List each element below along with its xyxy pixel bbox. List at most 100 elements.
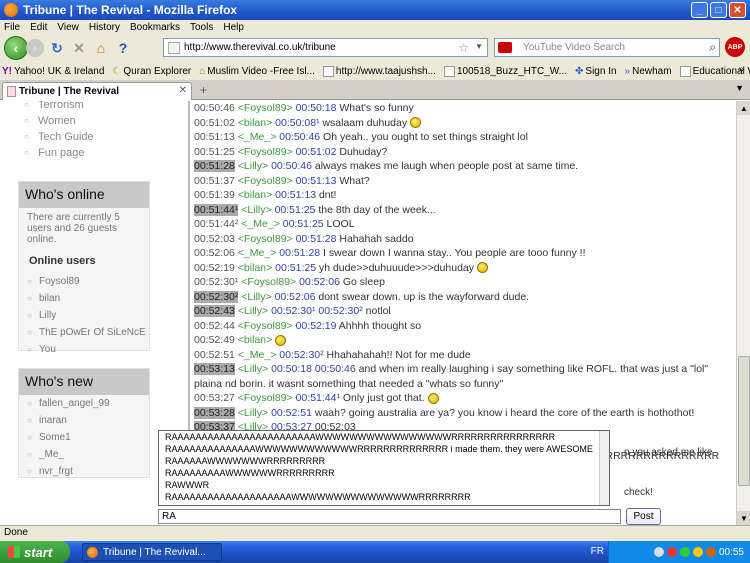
message-author[interactable]: <bilan> [238, 189, 272, 201]
reply-reference[interactable]: 00:51:28 [279, 247, 320, 259]
tray-icon[interactable] [679, 547, 690, 557]
message-timestamp[interactable]: 00:50:46 [194, 102, 235, 114]
bookmark-item[interactable]: http://www.taajushsh... [322, 65, 436, 77]
reply-reference[interactable]: 00:51:28 [296, 233, 337, 245]
message-author[interactable]: <bilan> [238, 334, 272, 346]
online-user[interactable]: bilan [19, 290, 149, 307]
message-author[interactable]: <Lilly> [241, 204, 271, 216]
message-author[interactable]: <Lilly> [238, 160, 268, 172]
message-author[interactable]: <Lilly> [238, 305, 268, 317]
bookmark-item[interactable]: ✤ Sign In [575, 66, 617, 77]
message-author[interactable]: <_Me_> [238, 349, 277, 361]
message-timestamp[interactable]: 00:52:43 [194, 305, 235, 317]
reply-reference[interactable]: 00:50:18 [296, 102, 337, 114]
menu-help[interactable]: Help [223, 22, 244, 33]
search-bar[interactable]: YouTube Video Search ⌕ [494, 38, 720, 57]
message-timestamp[interactable]: 00:51:44¹ [194, 203, 239, 216]
reload-icon[interactable]: ↻ [48, 39, 66, 57]
url-bar[interactable]: http://www.therevival.co.uk/tribune ☆ ▼ [163, 38, 488, 57]
reply-reference[interactable]: 00:51:02 [296, 146, 337, 158]
message-author[interactable]: <Lilly> [238, 363, 268, 375]
online-user[interactable]: Foysol89 [19, 273, 149, 290]
menu-edit[interactable]: Edit [30, 22, 47, 33]
stop-icon[interactable]: ✕ [70, 39, 88, 57]
message-timestamp[interactable]: 00:51:13 [194, 131, 235, 143]
reply-reference[interactable]: 00:51:13 [296, 175, 337, 187]
menu-bookmarks[interactable]: Bookmarks [130, 22, 180, 33]
autocomplete-item[interactable]: RAWWWR [159, 479, 609, 491]
reply-reference[interactable]: 00:50:08¹ [275, 117, 319, 129]
reply-reference[interactable]: 00:51:13 [275, 189, 316, 201]
reply-reference[interactable]: 00:51:25 [275, 262, 316, 274]
message-author[interactable]: <Foysol89> [241, 276, 296, 288]
message-author[interactable]: <bilan> [238, 262, 272, 274]
chat-input[interactable]: RA [158, 509, 621, 524]
tray-icon[interactable] [692, 547, 703, 557]
maximize-button[interactable]: □ [710, 2, 727, 18]
search-icon[interactable]: ⌕ [709, 40, 716, 55]
scroll-down-icon[interactable]: ▼ [737, 511, 750, 525]
message-author[interactable]: <Foysol89> [238, 320, 293, 332]
youtube-icon[interactable] [498, 42, 512, 53]
message-timestamp[interactable]: 00:52:19 [194, 262, 235, 274]
new-user[interactable]: inaran [19, 412, 149, 429]
online-user[interactable]: Lilly [19, 307, 149, 324]
online-user[interactable]: You [19, 341, 149, 358]
bookmark-item[interactable]: ☾ Quran Explorer [112, 66, 191, 77]
message-author[interactable]: <Foysol89> [238, 392, 293, 404]
autocomplete-item[interactable]: RAAAAAAAAAWWWWWWRRRRRRRRR [159, 467, 609, 479]
message-timestamp[interactable]: 00:52:44 [194, 320, 235, 332]
reply-reference[interactable]: 00:51:44¹ [296, 392, 340, 404]
message-timestamp[interactable]: 00:52:06 [194, 247, 235, 259]
menu-history[interactable]: History [89, 22, 120, 33]
message-author[interactable]: <_Me_> [241, 218, 280, 230]
new-tab-button[interactable]: + [200, 83, 207, 97]
reply-reference[interactable]: 00:52:30² [279, 349, 323, 361]
language-indicator[interactable]: FR [591, 546, 604, 557]
autocomplete-item[interactable]: RAAAAAAAAAAAAAAAAAAAAWWWWWWWWWWWWWWWRRRR… [159, 491, 609, 503]
new-user[interactable]: _Me_ [19, 446, 149, 463]
start-button[interactable]: start [0, 541, 70, 563]
message-author[interactable]: <Foysol89> [238, 102, 293, 114]
reply-reference[interactable]: 00:50:18 00:50:46 [271, 363, 356, 375]
bookmark-item[interactable]: » Newham [625, 66, 672, 77]
scroll-thumb[interactable] [738, 356, 750, 486]
message-author[interactable]: <Lilly> [241, 291, 271, 303]
reply-reference[interactable]: 00:52:30¹ 00:52:30² [271, 305, 363, 317]
tab-close-icon[interactable]: ✕ [179, 85, 187, 96]
autocomplete-item[interactable]: RAAAAAAAAAAAAAAWWWWWWWWWWWWRRRRRRRRRRRRR… [159, 443, 609, 455]
minimize-button[interactable]: _ [691, 2, 708, 18]
new-user[interactable]: fallen_angel_99 [19, 395, 149, 412]
bookmark-star-icon[interactable]: ☆ [458, 41, 469, 55]
new-user[interactable]: nvr_frgt [19, 463, 149, 480]
message-timestamp[interactable]: 00:52:30² [194, 290, 239, 303]
message-author[interactable]: <_Me_> [238, 247, 277, 259]
message-timestamp[interactable]: 00:52:03 [194, 233, 235, 245]
message-timestamp[interactable]: 00:52:30¹ [194, 276, 238, 288]
menu-file[interactable]: File [4, 22, 20, 33]
message-timestamp[interactable]: 00:51:25 [194, 146, 235, 158]
tab-tribune[interactable]: Tribune | The Revival ✕ [2, 82, 192, 100]
back-button[interactable]: ‹ [4, 36, 28, 60]
tray-icon[interactable] [705, 547, 716, 557]
taskbar-item-firefox[interactable]: Tribune | The Revival... [82, 543, 222, 561]
reply-reference[interactable]: 00:52:51 [271, 407, 312, 419]
reply-reference[interactable]: 00:52:06 [275, 291, 316, 303]
forward-button[interactable]: › [26, 39, 44, 57]
reply-reference[interactable]: 00:52:06 [299, 276, 340, 288]
bookmark-item[interactable]: 100518_Buzz_HTC_W... [443, 65, 567, 77]
sidebar-link-terrorism[interactable]: Terrorism [18, 101, 150, 113]
autocomplete-scrollbar[interactable] [599, 431, 609, 505]
message-timestamp[interactable]: 00:51:02 [194, 117, 235, 129]
scroll-up-icon[interactable]: ▲ [737, 101, 750, 115]
page-scrollbar[interactable]: ▲ ▼ [736, 101, 750, 525]
message-timestamp[interactable]: 00:53:13 [194, 363, 235, 375]
message-author[interactable]: <_Me_> [238, 131, 277, 143]
reply-reference[interactable]: 00:51:25 [283, 218, 324, 230]
message-author[interactable]: <Foysol89> [238, 175, 293, 187]
message-timestamp[interactable]: 00:51:37 [194, 175, 235, 187]
message-timestamp[interactable]: 00:53:28 [194, 406, 235, 419]
reply-reference[interactable]: 00:50:46 [271, 160, 312, 172]
home-icon[interactable]: ⌂ [92, 39, 110, 57]
post-button[interactable]: Post [626, 508, 661, 525]
